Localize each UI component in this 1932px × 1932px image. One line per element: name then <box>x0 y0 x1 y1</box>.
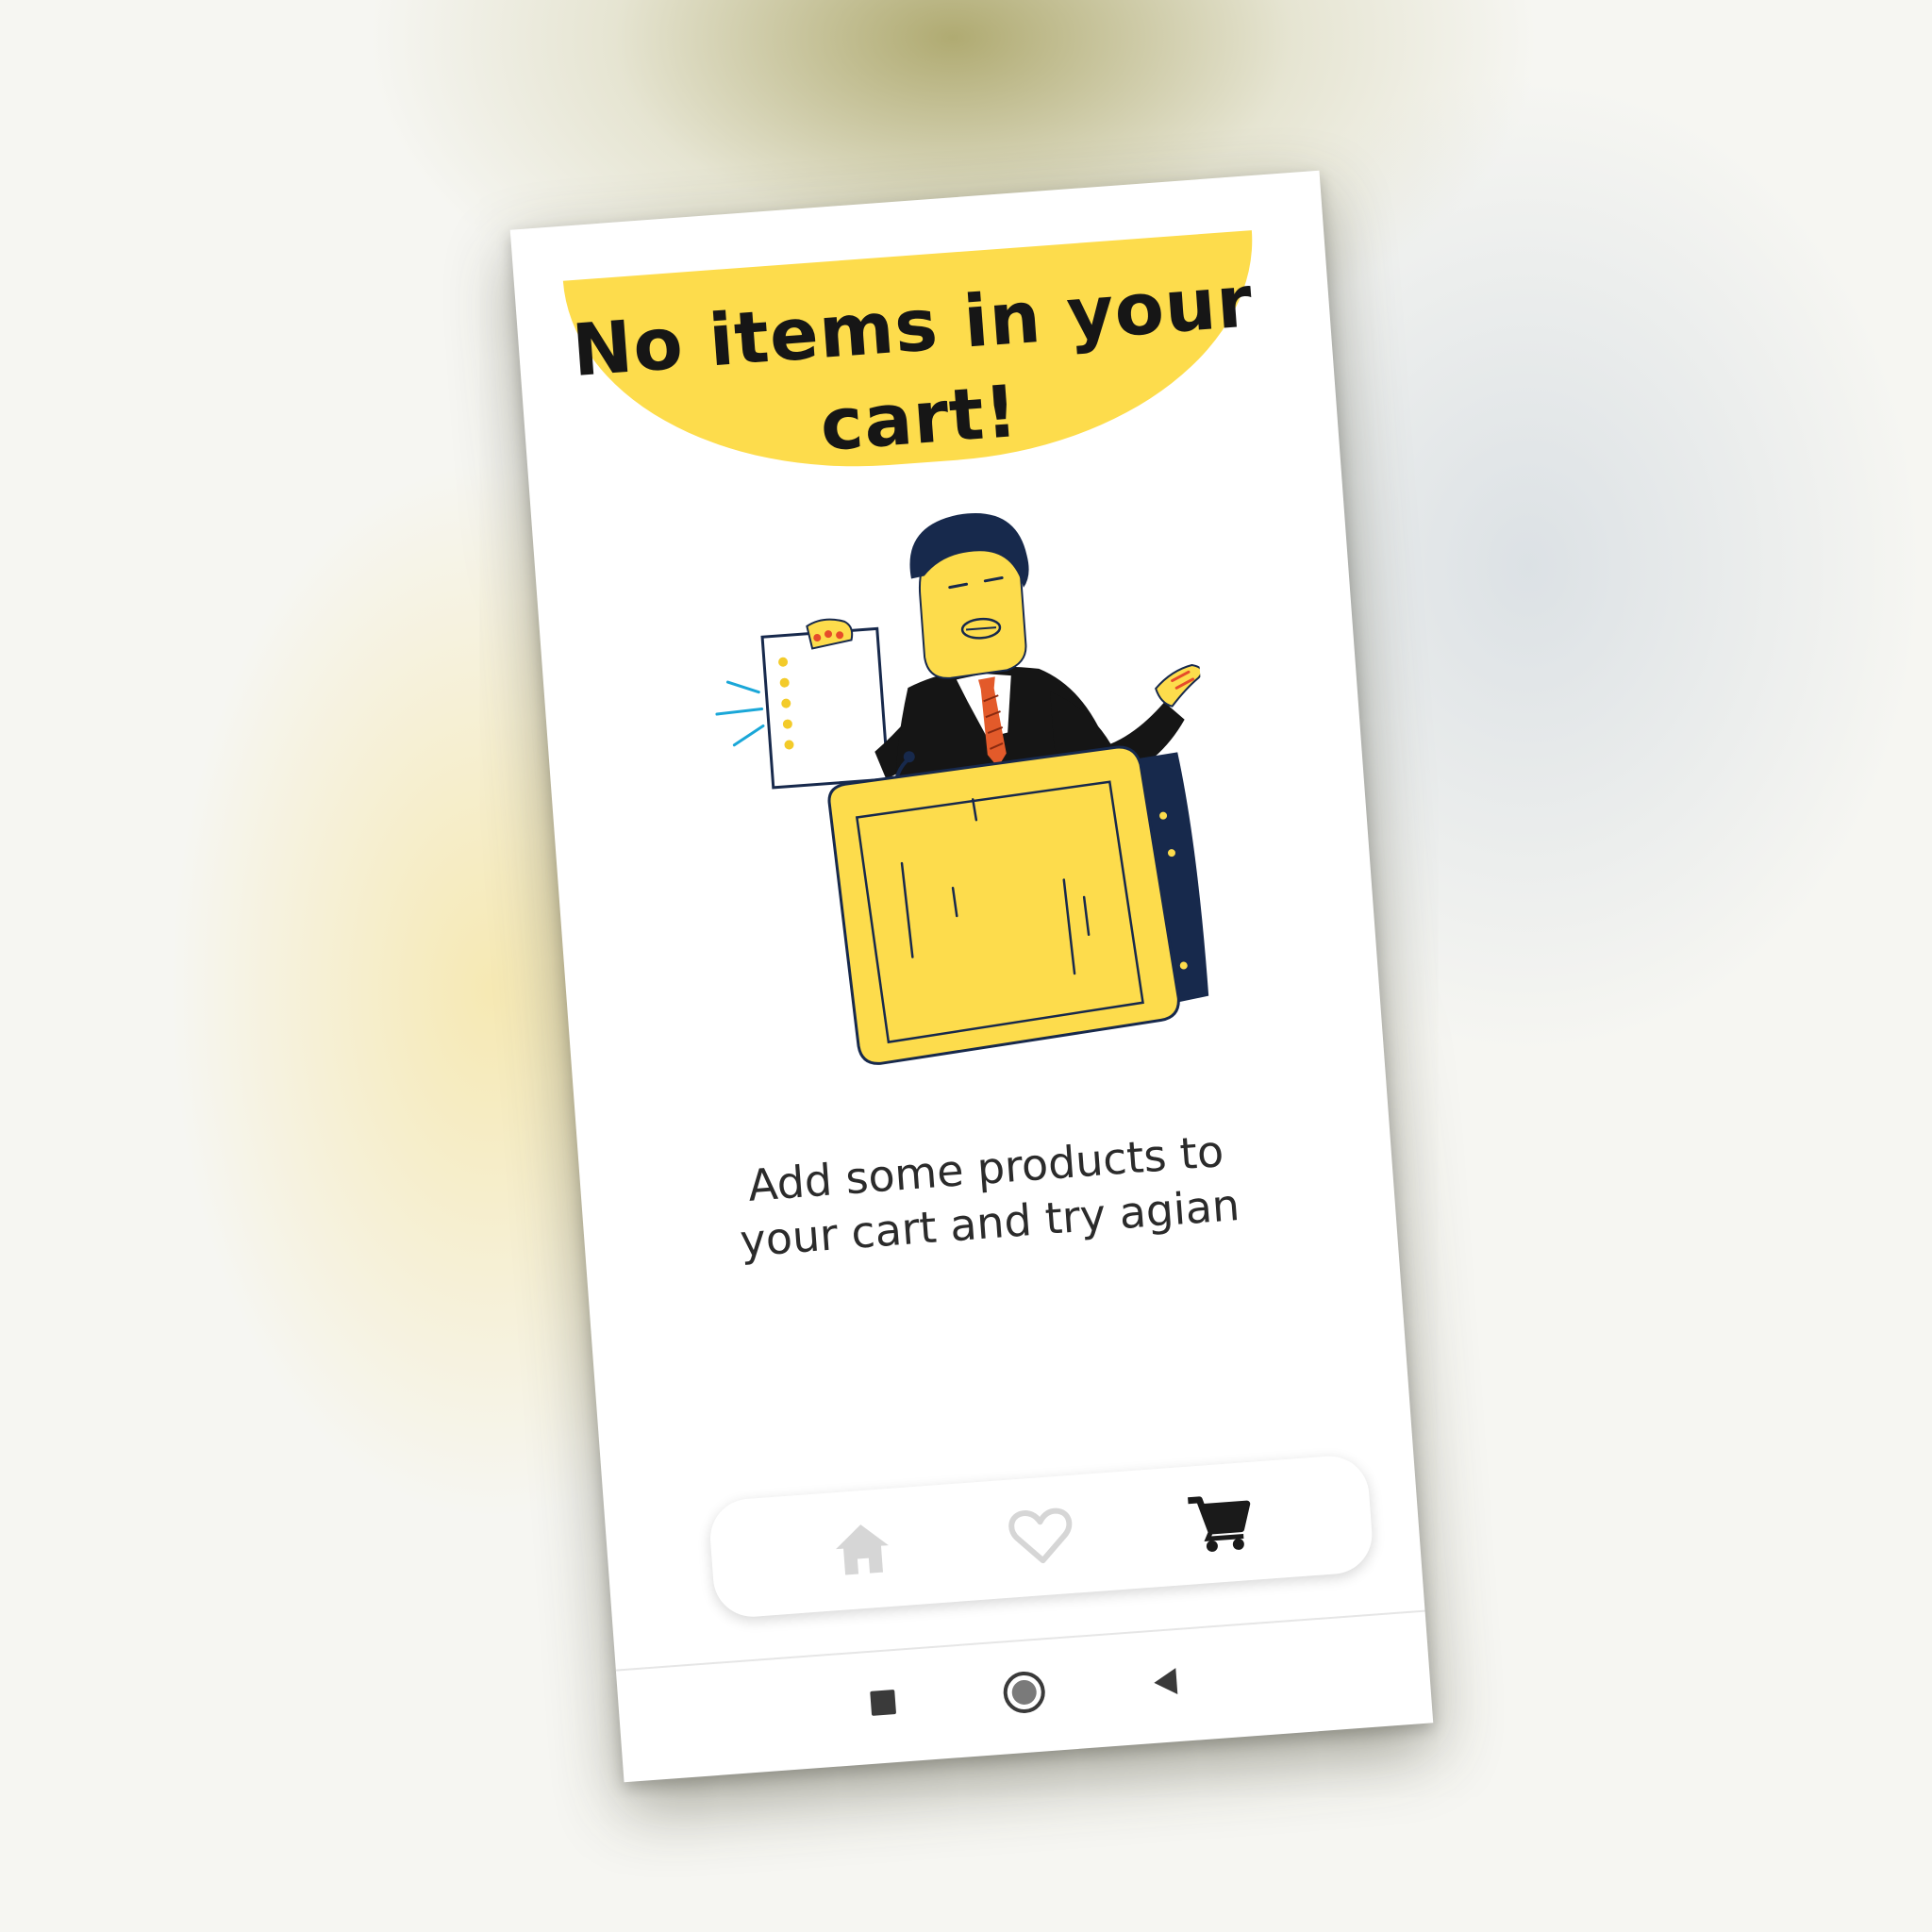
nav-cart-button[interactable] <box>1179 1482 1260 1563</box>
recents-square-icon <box>870 1690 896 1716</box>
recents-button[interactable] <box>853 1673 913 1733</box>
system-navigation-bar <box>616 1612 1433 1783</box>
cart-icon <box>1188 1496 1251 1552</box>
nav-home-button[interactable] <box>822 1508 903 1590</box>
bottom-navigation-bar <box>708 1453 1375 1620</box>
empty-cart-message: Add some products to your cart and try a… <box>738 1125 1241 1267</box>
home-circle-icon <box>1003 1671 1045 1713</box>
document <box>760 626 891 790</box>
back-button[interactable] <box>1135 1652 1195 1712</box>
empty-cart-illustration <box>715 513 1209 1065</box>
system-home-button[interactable] <box>994 1662 1055 1723</box>
phone-screen: No items in your cart! Add some products… <box>509 170 1434 1783</box>
home-icon <box>836 1524 889 1575</box>
nav-favorites-button[interactable] <box>1001 1495 1082 1576</box>
emphasis-lines <box>715 680 765 747</box>
podium <box>827 745 1209 1065</box>
character-head <box>909 513 1029 679</box>
heart-icon <box>1008 1507 1073 1564</box>
back-triangle-icon <box>1154 1668 1178 1695</box>
